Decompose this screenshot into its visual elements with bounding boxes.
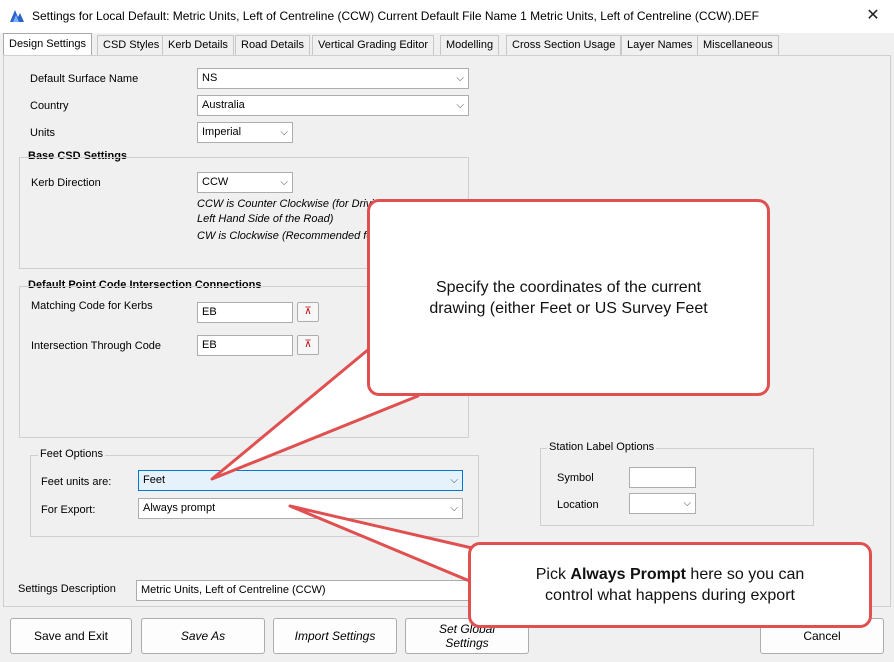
export-callout-bold: Always Prompt: [570, 566, 686, 583]
export-callout-post: here so you can: [685, 566, 805, 583]
export-callout: Pick Always Prompt here so you can contr…: [468, 542, 872, 628]
export-callout-pre: Pick: [535, 566, 571, 583]
coordinates-callout: Specify the coordinates of the current d…: [367, 199, 770, 396]
export-callout-line2: control what happens during export: [545, 587, 795, 604]
coordinates-callout-line2: drawing (either Feet or US Survey Feet: [429, 299, 708, 317]
coordinates-callout-line1: Specify the coordinates of the current: [435, 278, 702, 296]
export-callout-line1: Pick Always Prompt here so you can: [536, 564, 805, 585]
bottom-callout-pointer: [288, 504, 474, 584]
